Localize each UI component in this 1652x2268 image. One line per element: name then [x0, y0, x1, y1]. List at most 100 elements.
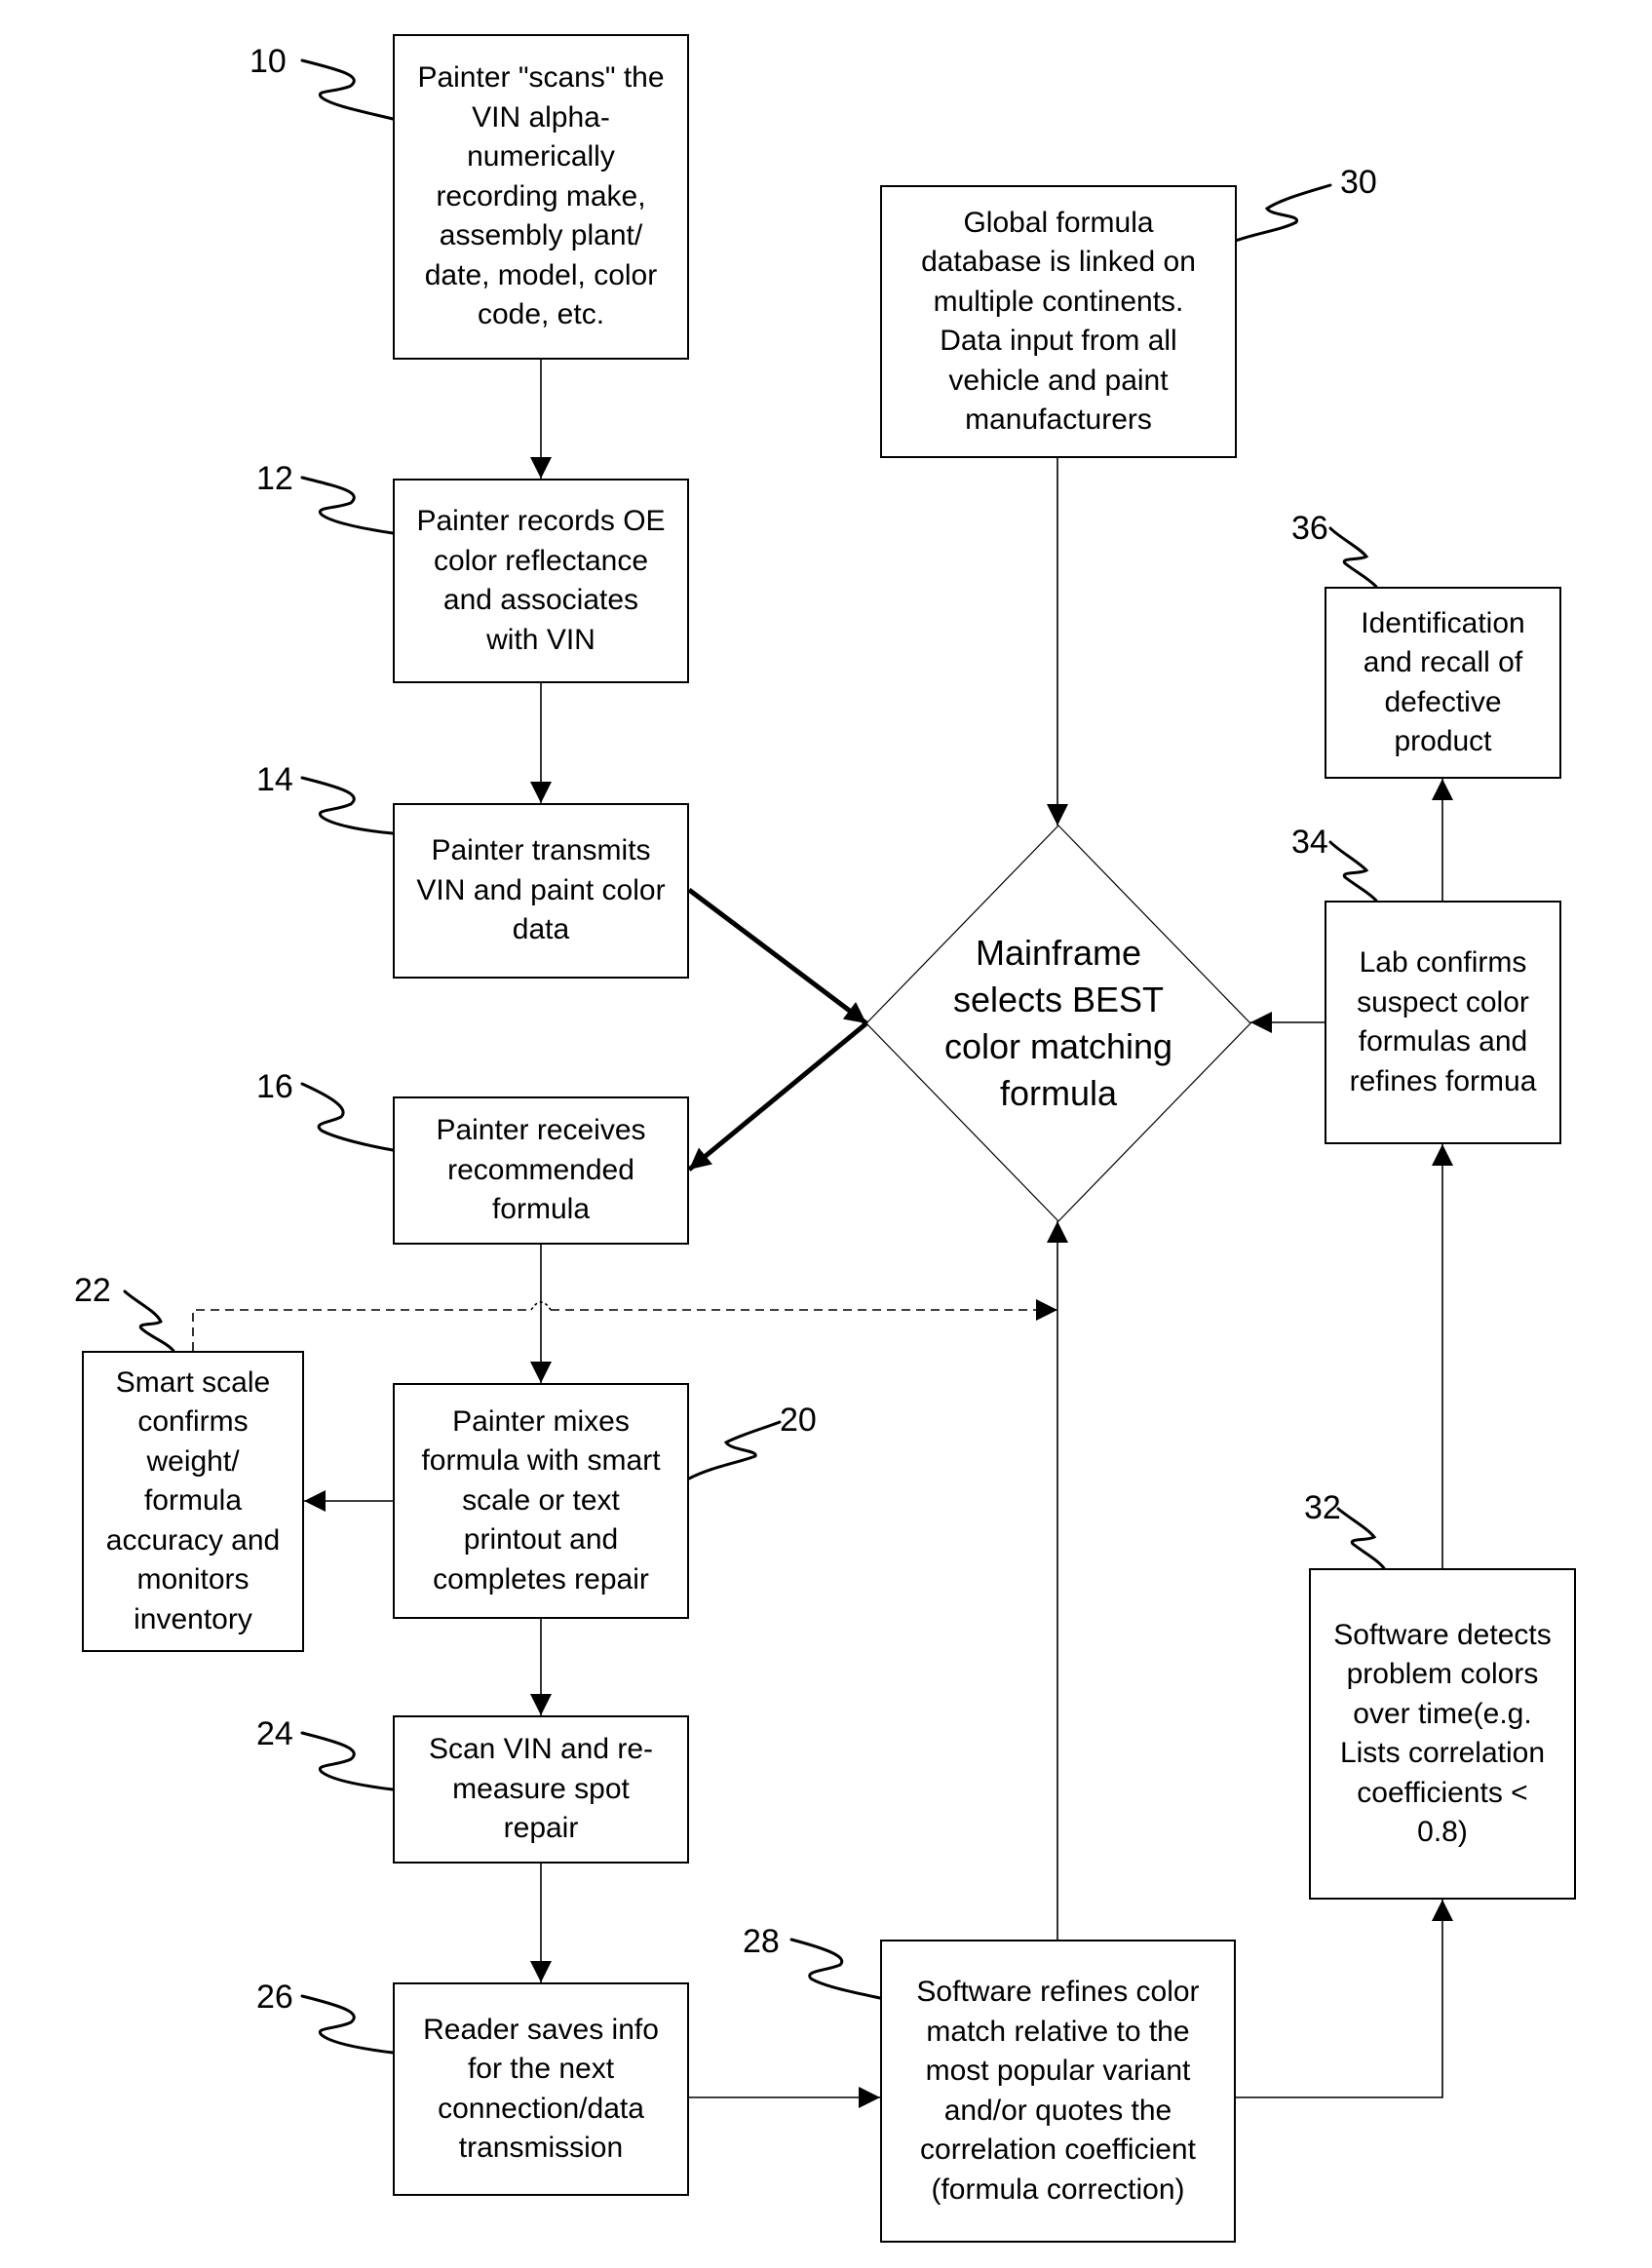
- step-26-text: Reader saves info for the next connection/…: [419, 2011, 663, 2169]
- text-lines: Smart scale confirms weight/formula accurac…: [106, 1364, 280, 1640]
- leader-10: [300, 58, 395, 121]
- step-14-box: Painter transmits VIN and paint color data: [393, 803, 689, 979]
- step-20-text: Painter mixes formula with smart scale or …: [417, 1403, 664, 1600]
- text-line: Painter transmits: [431, 834, 651, 867]
- leader-14: [300, 776, 395, 835]
- text-line: confirms: [137, 1405, 249, 1439]
- text-line: formula: [999, 1073, 1118, 1113]
- text-line: problem colors: [1346, 1658, 1539, 1690]
- step-16-text: Painter receives recommended formula: [432, 1111, 649, 1230]
- ref-label-22: 22: [74, 1272, 111, 1309]
- text-lines: Painter receives recommended formula: [436, 1111, 645, 1230]
- text-line: 0.8): [1417, 1816, 1468, 1848]
- ref-label-26: 26: [256, 1979, 293, 2016]
- text-line: database is linked on: [921, 246, 1196, 278]
- step-22-text: Smart scale confirms weight/formula accurac…: [102, 1364, 284, 1640]
- text-lines: Painter "scans" the VIN alpha-numerically…: [417, 58, 664, 335]
- text-line: vehicle and paint: [948, 364, 1169, 397]
- ref-label-36: 36: [1291, 510, 1328, 547]
- step-10-text: Painter "scans" the VIN alpha-numerically…: [413, 58, 668, 335]
- step-32-box: Software detects problem colors over time(…: [1309, 1568, 1576, 1900]
- text-line: and/or quotes the: [943, 2094, 1172, 2127]
- text-line: VIN alpha-: [472, 100, 610, 134]
- step-30-box: Global formula database is linked on multi…: [880, 185, 1237, 458]
- step-22-box: Smart scale confirms weight/formula accurac…: [82, 1351, 304, 1652]
- text-line: date, model, color: [424, 258, 658, 291]
- ref-label-20: 20: [780, 1402, 817, 1439]
- text-line: Data input from all: [940, 325, 1177, 357]
- step-24-text: Scan VIN and re-measure spot repair: [425, 1730, 657, 1849]
- step-28-box: Software refines color match relative to …: [880, 1940, 1236, 2243]
- leader-34: [1328, 840, 1378, 903]
- text-line: inventory: [134, 1602, 252, 1635]
- step-20-box: Painter mixes formula with smart scale or …: [393, 1383, 689, 1619]
- text-line: manufacturers: [965, 404, 1152, 436]
- arrow-decision-to-16: [687, 1021, 868, 1172]
- text-line: code, etc.: [477, 298, 605, 331]
- text-lines: Painter records OE color reflectance and a…: [416, 502, 665, 660]
- leader-32: [1336, 1507, 1386, 1570]
- text-line: Software refines color: [916, 1976, 1200, 2008]
- text-line: product: [1394, 725, 1492, 757]
- text-lines: Reader saves info for the next connection/…: [423, 2011, 659, 2169]
- text-line: Painter "scans" the: [417, 61, 665, 95]
- text-line: repair: [503, 1812, 579, 1845]
- text-line: Software detects: [1333, 1618, 1552, 1651]
- step-34-box: Lab confirms suspect color formulas and ref…: [1325, 901, 1561, 1144]
- text-line: monitors: [136, 1563, 250, 1596]
- text-lines: Painter mixes formula with smart scale or …: [421, 1403, 660, 1600]
- ref-label-28: 28: [743, 1923, 780, 1960]
- text-line: completes repair: [433, 1562, 649, 1595]
- text-line: formula with smart: [421, 1444, 661, 1478]
- step-16-box: Painter receives recommended formula: [393, 1096, 689, 1245]
- text-line: over time(e.g.: [1353, 1697, 1532, 1730]
- text-line: VIN and paint color: [416, 873, 666, 906]
- text-line: color matching: [943, 1026, 1173, 1066]
- text-line: Lab confirms: [1359, 946, 1527, 979]
- ref-label-10: 10: [250, 43, 287, 80]
- text-line: scale or text: [462, 1483, 620, 1517]
- text-line: recording make,: [436, 179, 646, 212]
- step-36-text: Identification and recall of defective prod…: [1357, 604, 1528, 762]
- step-34-text: Lab confirms suspect color formulas and ref…: [1346, 943, 1541, 1101]
- text-line: assembly plant/: [439, 219, 643, 252]
- text-lines: Software refines color match relative to …: [916, 1973, 1199, 2210]
- step-26-box: Reader saves info for the next connection/…: [393, 1982, 689, 2196]
- text-line: Lists correlation: [1339, 1737, 1546, 1769]
- text-line: multiple continents.: [933, 285, 1184, 318]
- text-lines: Identification and recall of defective prod…: [1361, 604, 1524, 762]
- leader-22: [123, 1289, 175, 1353]
- ref-label-32: 32: [1304, 1489, 1341, 1526]
- connectors: [192, 360, 1453, 2108]
- text-line: color reflectance: [433, 544, 649, 577]
- text-line: Identification: [1361, 606, 1525, 639]
- arrow-28-to-32: [1236, 1900, 1453, 2098]
- text-line: printout and: [463, 1523, 619, 1557]
- ref-label-14: 14: [256, 761, 293, 798]
- text-line: Global formula: [963, 206, 1154, 239]
- ref-label-12: 12: [256, 460, 293, 497]
- text-lines: Mainframe selects BEST color matching formu…: [944, 930, 1172, 1117]
- ref-label-16: 16: [256, 1068, 293, 1105]
- leader-24: [300, 1731, 395, 1791]
- text-line: Smart scale: [115, 1365, 271, 1399]
- text-line: formulas and: [1358, 1025, 1528, 1057]
- text-lines: Global formula database is linked on multi…: [921, 204, 1196, 441]
- leader-16: [300, 1082, 395, 1152]
- text-line: correlation coefficient: [920, 2133, 1196, 2166]
- text-line: Painter receives: [436, 1114, 646, 1147]
- arrow-14-to-decision: [687, 888, 868, 1025]
- step-24-box: Scan VIN and re-measure spot repair: [393, 1715, 689, 1864]
- text-line: connection/data: [438, 2092, 644, 2125]
- text-lines: Scan VIN and re-measure spot repair: [429, 1730, 653, 1849]
- text-line: transmission: [458, 2132, 624, 2164]
- text-line: formula: [143, 1484, 243, 1518]
- ref-label-24: 24: [256, 1715, 293, 1752]
- text-lines: Software detects problem colors over time(…: [1333, 1616, 1551, 1853]
- text-lines: Painter transmits VIN and paint color data: [416, 831, 665, 950]
- text-line: accuracy and: [105, 1523, 281, 1557]
- text-line: most popular variant: [925, 2055, 1191, 2087]
- ref-label-34: 34: [1291, 824, 1328, 861]
- text-line: recommended: [447, 1153, 634, 1186]
- text-line: formula: [491, 1193, 591, 1226]
